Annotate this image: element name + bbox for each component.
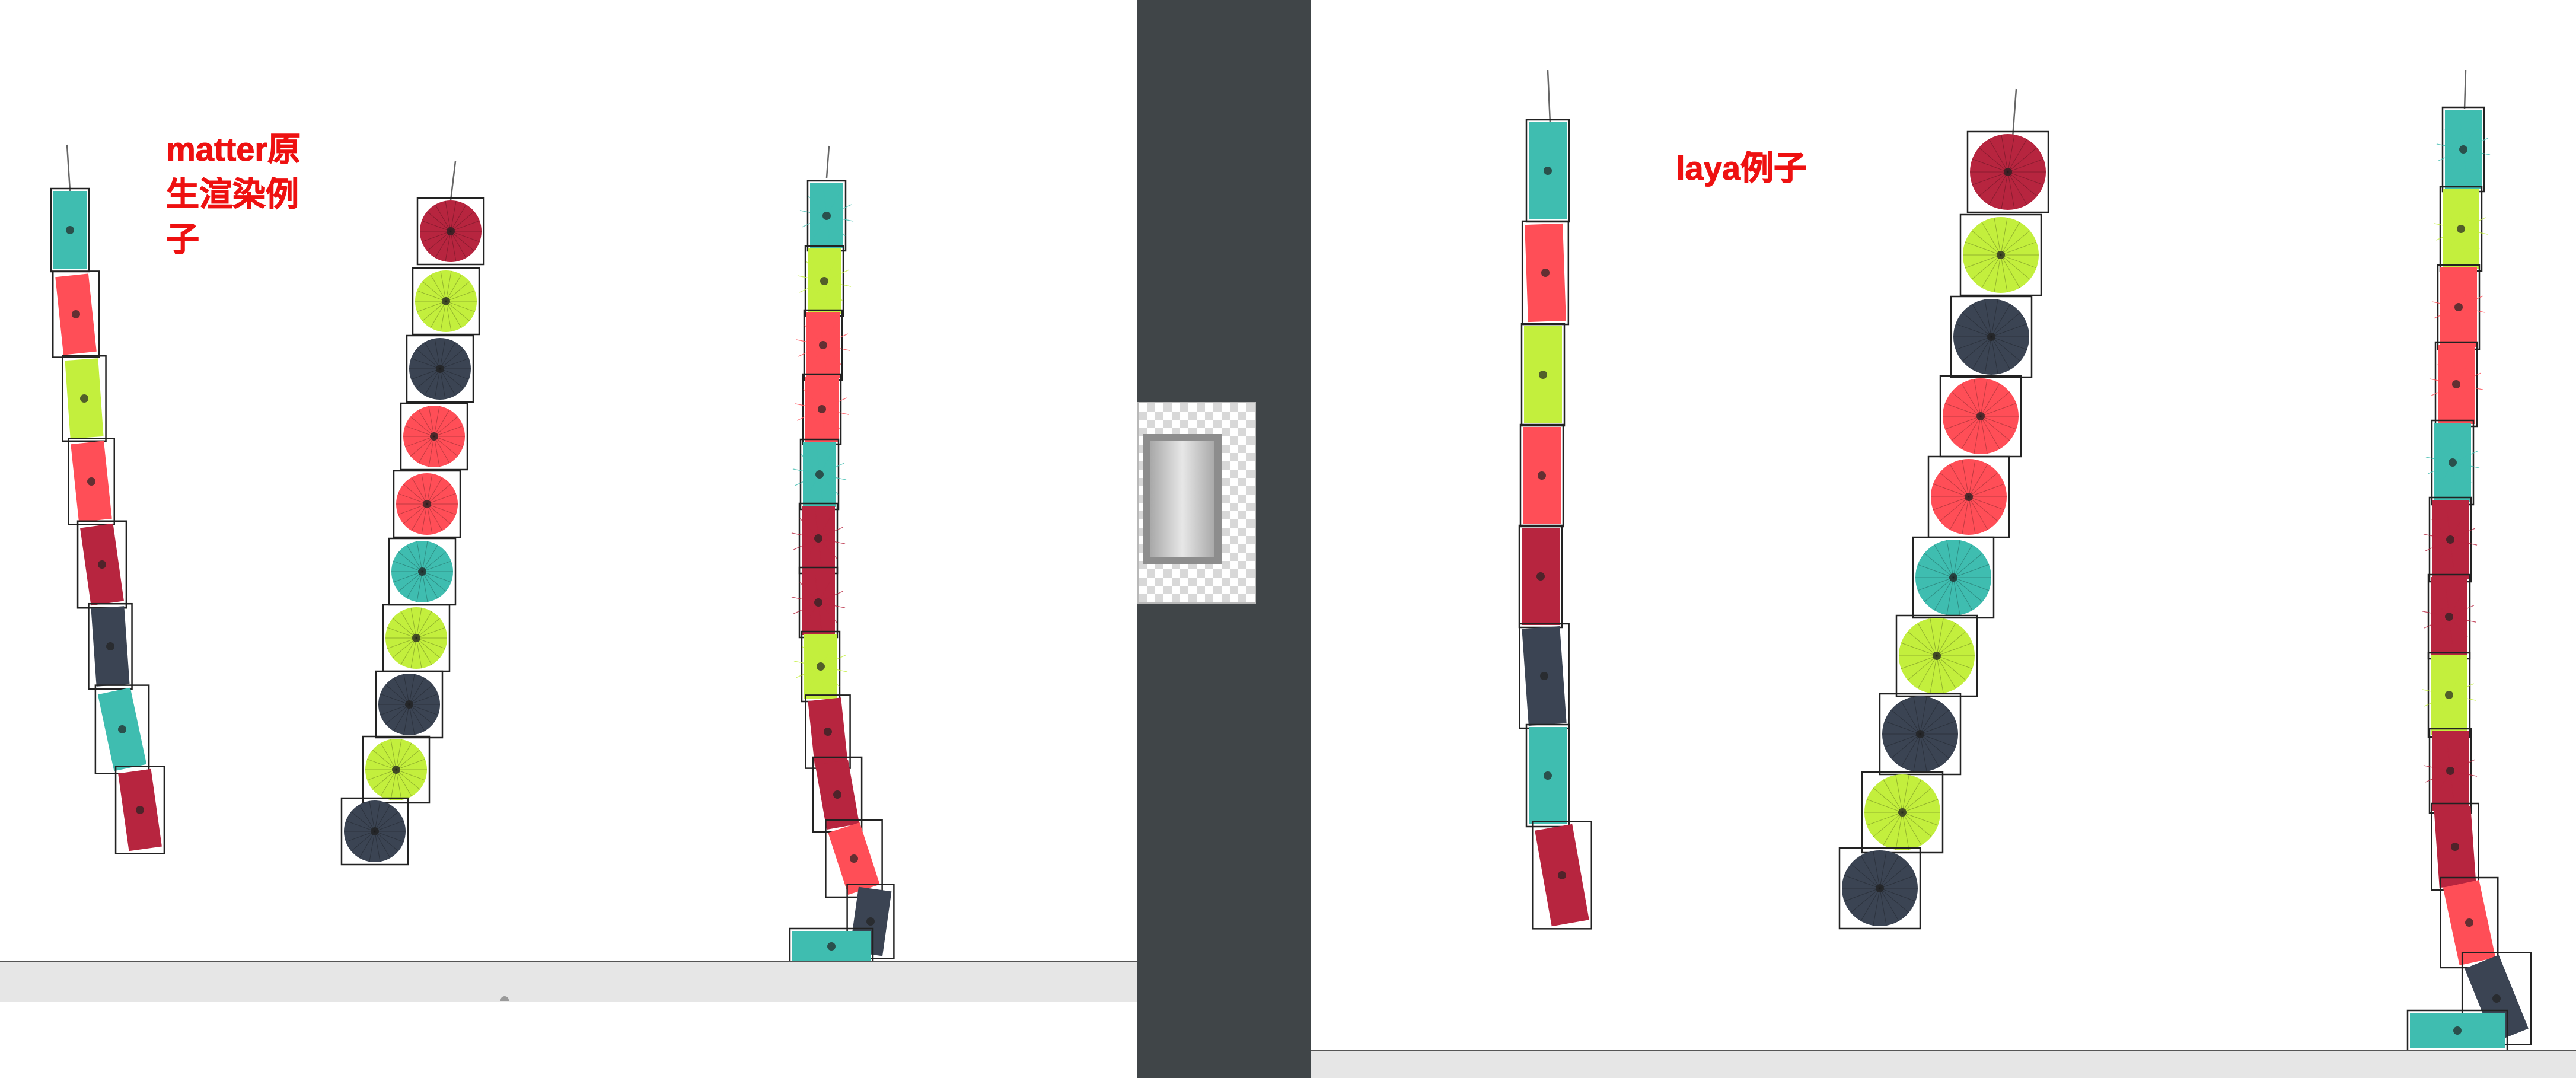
rect-body: [825, 819, 883, 898]
rect-body: [2423, 728, 2478, 814]
matter-caption-line-2: 生渲染例: [166, 176, 299, 213]
matter-chain-circles: [340, 161, 485, 866]
matter-chain-slim: [789, 145, 895, 965]
rect-body: [68, 438, 115, 525]
rect-body: [88, 602, 133, 690]
constraint-line: [825, 145, 830, 178]
rect-body: [799, 180, 854, 252]
circle-body: [1959, 213, 2042, 296]
rect-body: [2434, 186, 2488, 272]
matter-render-panel: matter原 生渲染例 子: [0, 0, 1137, 1078]
rect-body: [1519, 423, 1564, 528]
circle-body: [362, 735, 431, 804]
constraint-line: [449, 161, 457, 201]
laya-chain-rectangles: [1518, 69, 1593, 930]
circle-body: [400, 402, 468, 471]
circle-body: [340, 797, 409, 866]
rect-body: [1519, 623, 1570, 729]
circle-body: [1939, 375, 2022, 458]
laya-chain-circles: [1838, 88, 2049, 930]
ground-right: [1311, 1050, 2576, 1078]
circle-body: [1927, 455, 2010, 538]
rect-body: [793, 630, 848, 703]
circle-body: [1895, 614, 1978, 697]
ground-marker: [500, 996, 509, 1001]
rect-body: [1521, 220, 1570, 326]
matter-caption-line-1: matter原: [166, 130, 301, 168]
rect-body: [2436, 106, 2491, 193]
matter-caption: matter原 生渲染例 子: [166, 127, 320, 262]
rect-body: [791, 502, 846, 575]
rect-body: [789, 927, 874, 965]
rect-body: [792, 438, 847, 511]
circle-body: [406, 334, 474, 403]
circle-body: [412, 267, 480, 336]
matter-chain-rectangles: [50, 144, 165, 854]
circle-body: [1950, 295, 2033, 378]
rect-body: [1525, 119, 1570, 223]
rect-body: [114, 766, 165, 854]
rect-body: [2440, 876, 2499, 969]
constraint-line: [2011, 88, 2017, 138]
constraint-line: [66, 144, 71, 192]
laya-scene-canvas: [1518, 69, 2532, 1052]
circle-body: [393, 470, 461, 538]
rect-body: [2431, 264, 2486, 350]
rect-body: [62, 355, 107, 442]
rect-body: [1525, 723, 1570, 828]
rect-body: [2422, 573, 2476, 660]
rect-body: [52, 270, 100, 358]
preview-image-icon: [1143, 434, 1222, 564]
rect-body: [2422, 652, 2476, 738]
constraint-line: [2463, 69, 2467, 110]
rect-body: [796, 309, 850, 381]
circle-body: [416, 197, 485, 266]
rect-body: [2425, 419, 2480, 506]
rect-body: [1518, 524, 1563, 629]
circle-body: [375, 670, 444, 739]
constraint-line: [1547, 69, 1551, 124]
ground-left: [0, 961, 1137, 1002]
rect-body: [2406, 1009, 2508, 1052]
circle-body: [388, 537, 457, 606]
rect-body: [76, 520, 127, 609]
laya-chain-slim: [2406, 69, 2532, 1052]
laya-caption: laya例子: [1676, 149, 1807, 187]
preview-thumbnail[interactable]: [1137, 402, 1256, 604]
circle-body: [1838, 847, 1921, 930]
laya-render-panel: laya例子: [1311, 0, 2576, 1078]
rect-body: [94, 684, 150, 774]
rect-body: [2423, 496, 2478, 583]
rect-body: [791, 566, 846, 639]
rect-body: [50, 187, 90, 273]
rect-body: [1531, 821, 1593, 930]
circle-body: [1966, 130, 2049, 213]
rect-body: [2429, 341, 2483, 428]
rect-body: [795, 373, 849, 445]
circle-body: [382, 604, 451, 672]
circle-body: [1879, 693, 1962, 776]
rect-body: [1520, 323, 1566, 427]
matter-caption-line-3: 子: [166, 221, 200, 259]
rect-body: [797, 245, 852, 317]
circle-body: [1912, 536, 1995, 619]
circle-body: [1861, 771, 1944, 854]
